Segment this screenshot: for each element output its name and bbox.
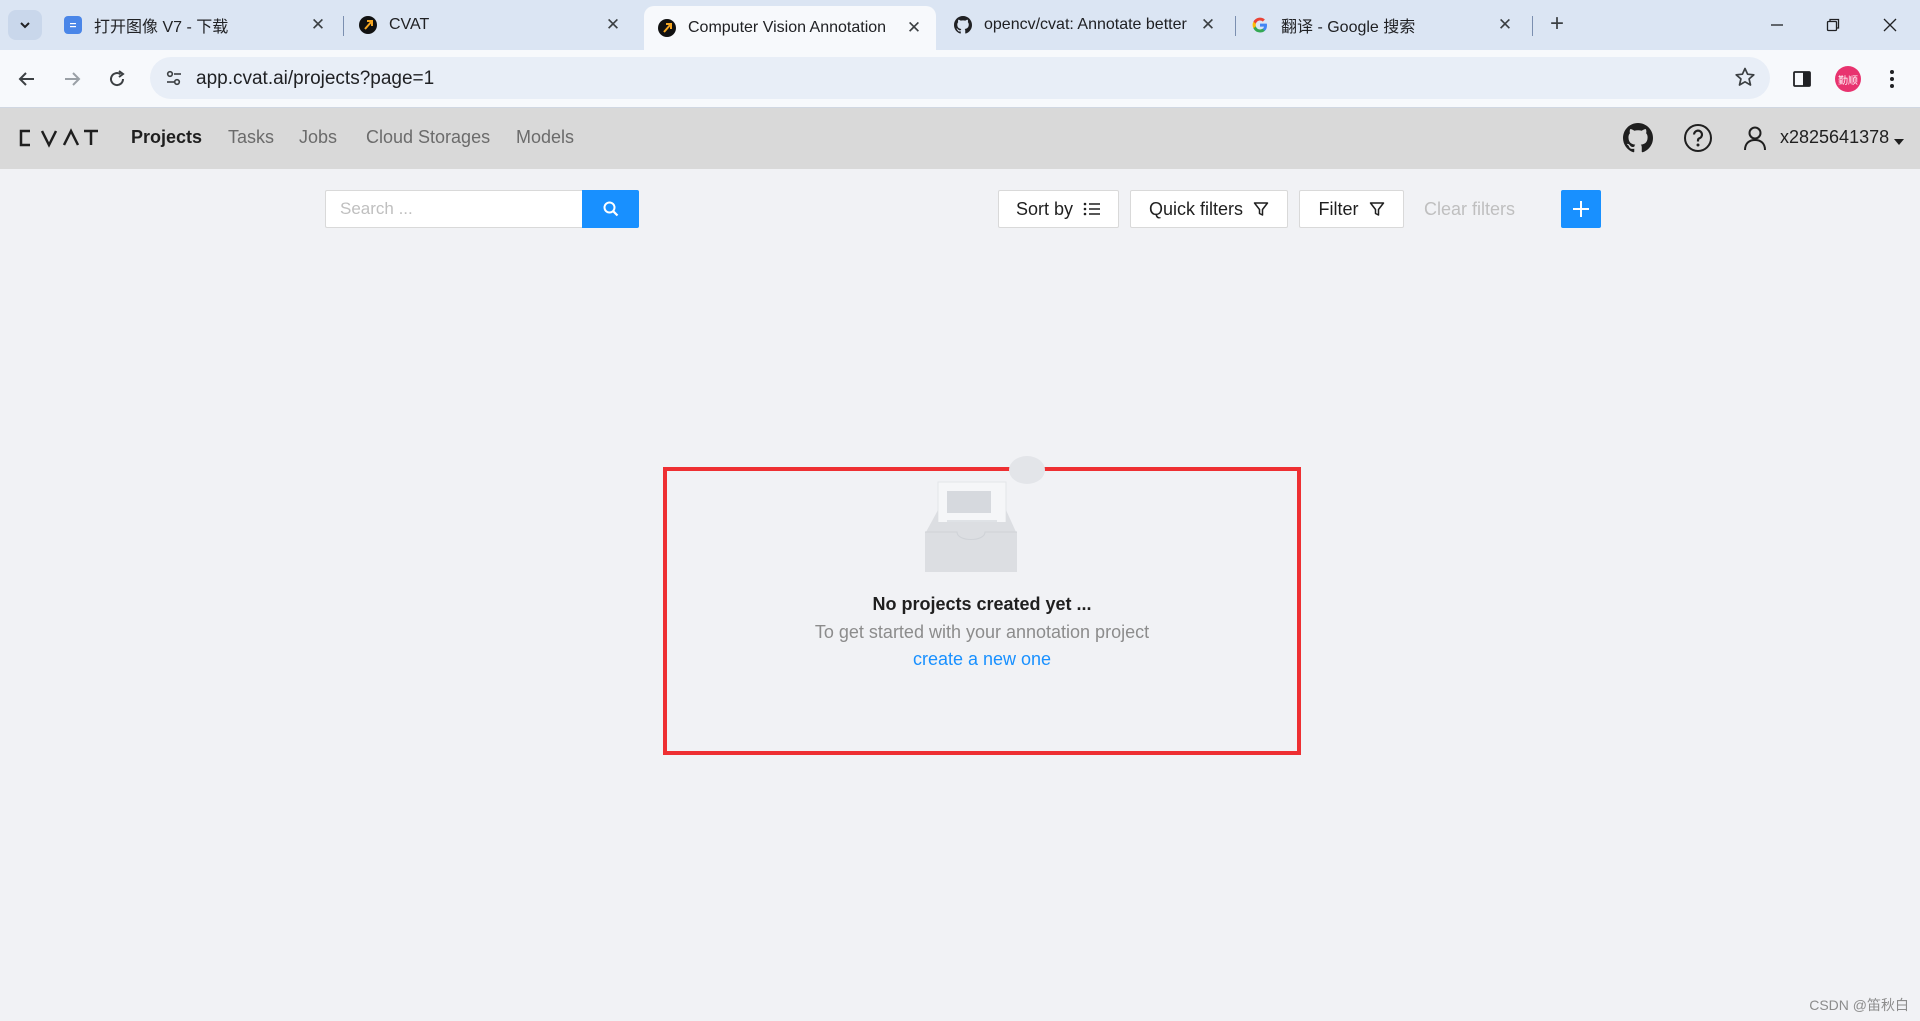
back-button[interactable] [10,62,44,96]
github-icon [954,16,972,34]
question-circle-icon [1684,124,1712,152]
cvat-icon [359,16,377,34]
search-input[interactable] [325,190,583,228]
address-bar[interactable]: app.cvat.ai/projects?page=1 [150,57,1770,99]
arrow-left-icon [18,72,34,86]
github-icon [1623,123,1653,153]
sort-by-label: Sort by [1015,198,1074,219]
filter-funnel-icon [1369,202,1384,216]
nav-cloud-storages[interactable]: Cloud Storages [366,127,490,148]
empty-state-title: No projects created yet ... [872,594,1092,614]
help-button[interactable] [1681,121,1715,155]
filter-button[interactable]: Filter [1299,190,1404,228]
chevron-down-icon [20,22,30,29]
nav-projects[interactable]: Projects [131,127,202,148]
empty-state-description: To get started with your annotation proj… [814,622,1150,642]
create-project-button[interactable] [1561,190,1601,228]
quick-filters-label: Quick filters [1148,198,1244,219]
filter-label: Filter [1318,198,1359,219]
empty-inbox-icon [925,456,1045,572]
watermark: CSDN @笛秋白 [1809,997,1909,1013]
tab-close-icon[interactable]: ✕ [1495,15,1515,35]
browser-tab[interactable]: 打开图像 V7 - 下载 ✕ [50,6,340,44]
browser-menu-button[interactable] [1877,64,1907,94]
google-icon [1251,16,1269,34]
restore-button[interactable] [1813,10,1853,40]
browser-toolbar: app.cvat.ai/projects?page=1 勤顺 [0,50,1920,108]
user-menu-button[interactable] [1738,121,1772,155]
tab-close-icon[interactable]: ✕ [1198,15,1218,35]
tab-close-icon[interactable]: ✕ [603,15,623,35]
tab-title: 打开图像 V7 - 下载 [94,19,229,36]
caret-down-icon[interactable] [1893,133,1905,151]
search-button[interactable] [582,190,639,228]
google-docs-icon [64,16,82,34]
new-tab-button[interactable]: + [1543,11,1571,39]
nav-tasks[interactable]: Tasks [228,127,274,148]
username[interactable]: x2825641378 [1780,127,1889,148]
tab-title: CVAT [389,16,430,33]
tab-close-icon[interactable]: ✕ [308,15,328,35]
sort-by-button[interactable]: Sort by [998,190,1119,228]
side-panel-button[interactable] [1787,64,1817,94]
nav-models[interactable]: Models [516,127,574,148]
tab-title: 翻译 - Google 搜索 [1281,19,1416,36]
profile-button[interactable]: 勤顺 [1833,64,1863,94]
site-settings-icon[interactable] [162,66,186,90]
tab-search-button[interactable] [8,10,42,40]
tab-separator [343,16,344,36]
sort-list-icon [1083,202,1101,216]
github-link-button[interactable] [1621,121,1655,155]
user-icon [1744,126,1766,151]
cvat-icon [658,19,676,37]
browser-tab[interactable]: opencv/cvat: Annotate better ✕ [940,6,1230,44]
url-text[interactable]: app.cvat.ai/projects?page=1 [196,68,434,90]
tab-close-icon[interactable]: ✕ [904,18,924,38]
filter-funnel-icon [1253,202,1269,216]
browser-tab[interactable]: CVAT ✕ [345,6,635,44]
browser-tab-active[interactable]: Computer Vision Annotation ✕ [644,6,936,50]
plus-icon [1573,201,1589,217]
browser-tab-strip: 打开图像 V7 - 下载 ✕ CVAT ✕ Computer Vision An… [0,0,1920,50]
more-vertical-icon [1890,70,1894,88]
arrow-right-icon [65,72,81,86]
app-header: Projects Tasks Jobs Cloud Storages Model… [0,108,1920,169]
bookmark-star-icon[interactable] [1734,66,1756,93]
tab-separator [1235,16,1236,36]
create-new-project-link[interactable]: create a new one [663,649,1301,670]
reload-icon [110,70,125,87]
close-window-button[interactable] [1870,10,1910,40]
cvat-logo[interactable] [18,126,100,150]
restore-icon [1826,18,1840,32]
tab-separator [1532,16,1533,36]
tab-title: Computer Vision Annotation [688,19,887,36]
minimize-icon [1771,24,1783,26]
tab-title: opencv/cvat: Annotate better [984,16,1187,33]
close-icon [1883,18,1897,32]
search-icon [603,201,618,217]
profile-avatar: 勤顺 [1835,66,1861,92]
side-panel-icon [1793,71,1811,87]
reload-button[interactable] [100,62,134,96]
browser-tab[interactable]: 翻译 - Google 搜索 ✕ [1237,6,1527,44]
minimize-button[interactable] [1757,10,1797,40]
quick-filters-button[interactable]: Quick filters [1130,190,1288,228]
clear-filters-button[interactable]: Clear filters [1424,199,1515,220]
forward-button[interactable] [55,62,89,96]
nav-jobs[interactable]: Jobs [299,127,337,148]
